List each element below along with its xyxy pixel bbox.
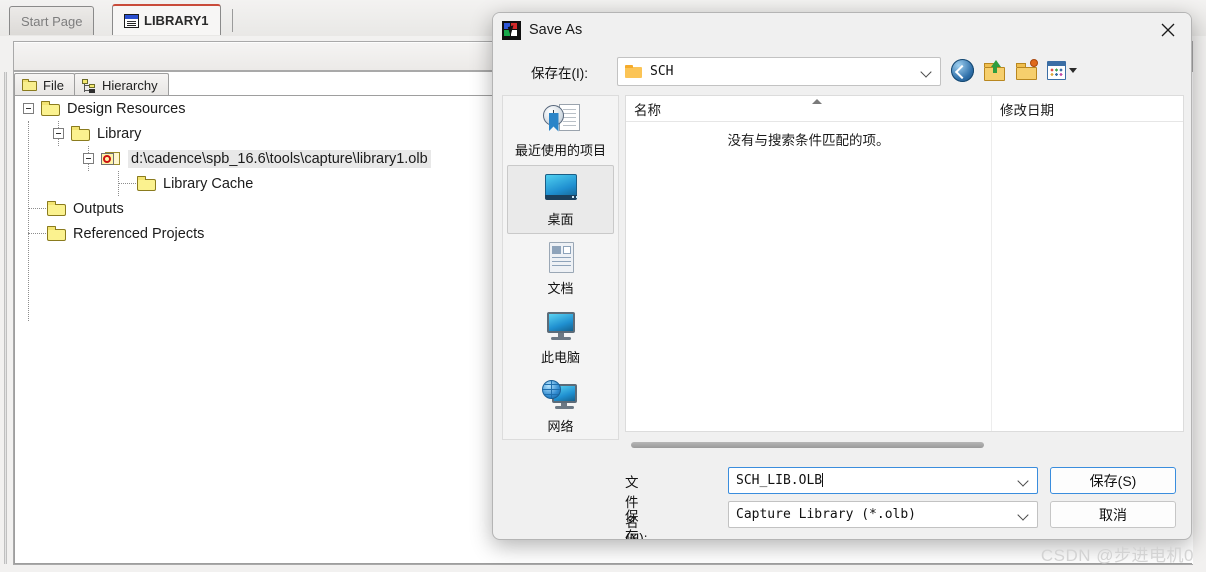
- tree-item-label: Outputs: [73, 200, 124, 217]
- place-label: 最近使用的项目: [514, 142, 606, 158]
- documents-icon: [540, 241, 582, 275]
- chevron-down-icon[interactable]: [1069, 68, 1077, 73]
- scrollbar-thumb[interactable]: [631, 442, 984, 448]
- folder-icon: [625, 65, 642, 78]
- tree-item-label: Referenced Projects: [73, 225, 205, 242]
- recent-items-icon: [540, 103, 582, 137]
- save-in-row: 保存在(I): SCH: [493, 53, 1191, 89]
- file-list-horizontal-scrollbar[interactable]: [631, 441, 991, 449]
- empty-list-message: 没有与搜索条件匹配的项。: [727, 133, 890, 148]
- column-divider[interactable]: [991, 121, 992, 431]
- place-label: 桌面: [547, 211, 574, 227]
- project-pane-tabs: File Hierarchy: [14, 72, 169, 96]
- column-header-date-label: 修改日期: [1000, 102, 1054, 118]
- place-label: 网络: [547, 418, 574, 434]
- back-button[interactable]: [951, 59, 974, 82]
- close-icon[interactable]: [1145, 13, 1191, 47]
- save-in-value: SCH: [650, 64, 674, 79]
- application-icon: [502, 20, 521, 40]
- place-network[interactable]: 网络: [507, 372, 614, 441]
- watermark: CSDN @步进电机0: [1040, 546, 1194, 565]
- folder-icon: [137, 176, 156, 191]
- folder-icon: [22, 79, 37, 91]
- file-name-value: SCH_LIB.OLB: [736, 473, 1018, 488]
- file-name-input[interactable]: SCH_LIB.OLB: [728, 467, 1038, 494]
- column-header-date-modified[interactable]: 修改日期: [991, 96, 1183, 121]
- pane-tab-file[interactable]: File: [14, 73, 75, 96]
- places-bar: 最近使用的项目 桌面 文档 此电脑 网络: [502, 95, 619, 440]
- column-header-name[interactable]: 名称: [626, 96, 991, 121]
- tree-item-label: d:\cadence\spb_16.6\tools\capture\librar…: [128, 149, 431, 168]
- tree-item-label: Library: [97, 125, 142, 142]
- desktop-icon: [540, 172, 582, 206]
- tab-start-page[interactable]: Start Page: [9, 6, 95, 35]
- save-in-label: 保存在(I):: [531, 66, 588, 81]
- file-type-label: 保存类型(T):: [625, 509, 639, 540]
- dialog-bottom-section: 文件名(N): SCH_LIB.OLB 保存(S) 保存类型(T): Captu…: [625, 461, 1184, 539]
- tab-start-page-label: Start Page: [21, 13, 83, 29]
- chevron-down-icon[interactable]: [1018, 509, 1029, 520]
- folder-icon: [47, 201, 66, 216]
- file-list[interactable]: 名称 修改日期 没有与搜索条件匹配的项。: [625, 95, 1184, 432]
- new-folder-button[interactable]: [1015, 59, 1038, 82]
- place-documents[interactable]: 文档: [507, 234, 614, 303]
- tab-library1[interactable]: LIBRARY1: [112, 4, 221, 35]
- library-document-icon: [124, 13, 139, 28]
- tab-library1-label: LIBRARY1: [144, 13, 209, 28]
- folder-icon: [41, 101, 60, 116]
- chevron-down-icon[interactable]: [921, 66, 932, 77]
- file-type-value: Capture Library (*.olb): [736, 507, 917, 522]
- chevron-down-icon[interactable]: [1018, 475, 1029, 486]
- dialog-title-bar[interactable]: Save As: [493, 13, 1191, 47]
- save-button[interactable]: 保存(S): [1050, 467, 1176, 494]
- place-recent-items[interactable]: 最近使用的项目: [507, 96, 614, 165]
- folder-icon: [71, 126, 90, 141]
- file-type-combobox[interactable]: Capture Library (*.olb): [728, 501, 1038, 528]
- file-name-text: SCH_LIB.OLB: [736, 473, 823, 488]
- place-this-pc[interactable]: 此电脑: [507, 303, 614, 372]
- place-desktop[interactable]: 桌面: [507, 165, 614, 234]
- this-pc-icon: [540, 310, 582, 344]
- expander-minus-icon[interactable]: [23, 103, 34, 114]
- place-label: 此电脑: [540, 349, 580, 365]
- sort-ascending-icon: [812, 99, 822, 104]
- tree-item-label: Library Cache: [163, 175, 254, 192]
- up-one-level-button[interactable]: [983, 59, 1006, 82]
- place-label: 文档: [547, 280, 574, 296]
- expander-minus-icon[interactable]: [83, 153, 94, 164]
- save-as-dialog: Save As 保存在(I): SCH 最近使用的项目 桌面 文档 此电脑 网络…: [492, 12, 1192, 540]
- olb-library-icon: [101, 151, 121, 167]
- panel-splitter[interactable]: [4, 72, 7, 564]
- column-header-name-label: 名称: [634, 102, 661, 118]
- tree-item-label: Design Resources: [67, 100, 186, 117]
- dialog-title: Save As: [529, 22, 583, 38]
- text-caret: [822, 473, 824, 487]
- expander-minus-icon[interactable]: [53, 128, 64, 139]
- hierarchy-icon: [81, 78, 96, 93]
- file-list-header: 名称 修改日期: [626, 96, 1183, 122]
- folder-icon: [47, 226, 66, 241]
- dialog-toolbar: [951, 59, 1077, 82]
- views-button[interactable]: [1047, 61, 1066, 80]
- tab-separator: [232, 9, 233, 32]
- save-in-combobox[interactable]: SCH: [617, 57, 941, 86]
- pane-tab-hierarchy[interactable]: Hierarchy: [73, 73, 169, 96]
- network-icon: [540, 379, 582, 413]
- pane-tab-hierarchy-label: Hierarchy: [101, 77, 158, 93]
- cancel-button[interactable]: 取消: [1050, 501, 1176, 528]
- pane-tab-file-label: File: [43, 77, 64, 93]
